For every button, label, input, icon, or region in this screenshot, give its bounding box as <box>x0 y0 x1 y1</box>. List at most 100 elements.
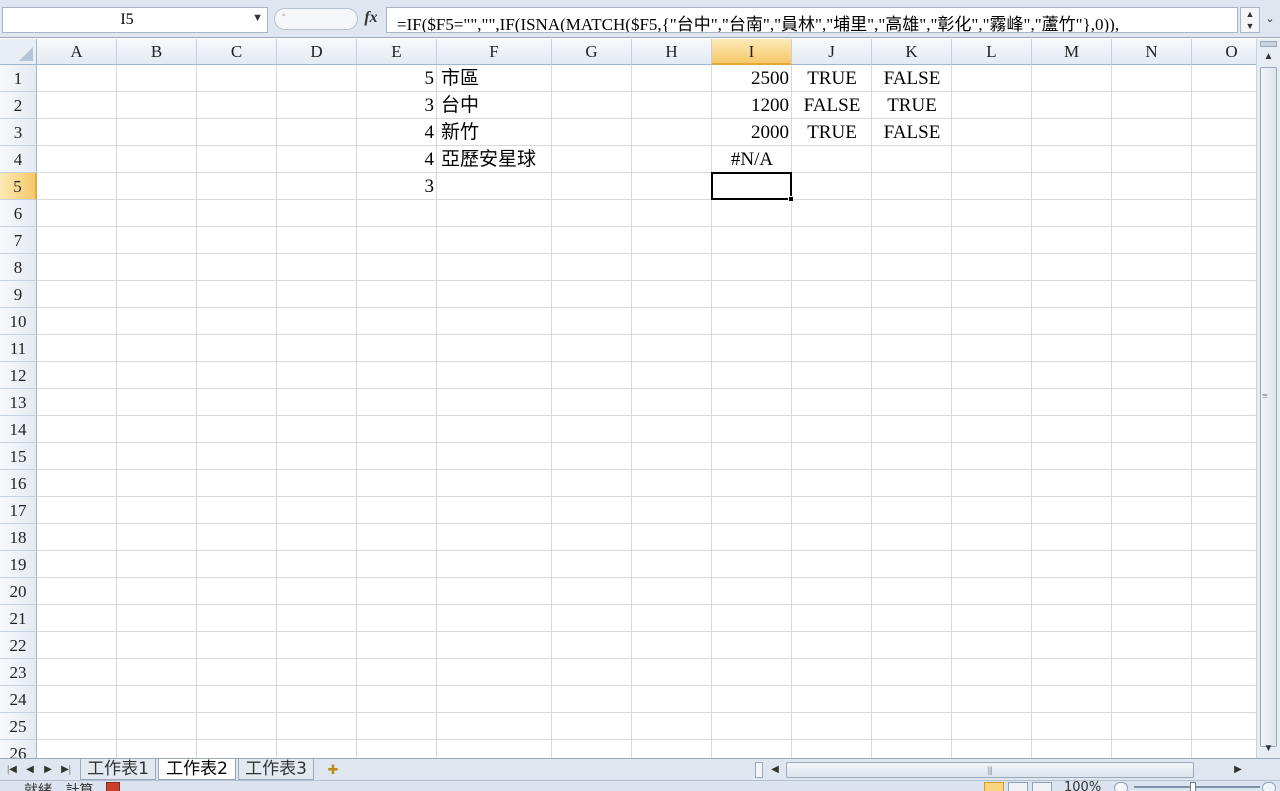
cell-k3[interactable]: FALSE <box>872 119 952 146</box>
macro-record-icon[interactable] <box>106 782 120 791</box>
column-header-f[interactable]: F <box>437 39 552 65</box>
column-header-j[interactable]: J <box>792 39 872 65</box>
row-header-18[interactable]: 18 <box>0 524 37 551</box>
select-all-button[interactable] <box>0 39 37 65</box>
cell-area[interactable]: 5 市區 2500 TRUE FALSE 3 台中 1200 FALSE TRUE 4 新竹 2000 T… <box>37 65 1256 758</box>
cell-i1[interactable]: 2500 <box>712 65 792 92</box>
formula-scroll-icon[interactable]: ▲ ▼ <box>1240 7 1260 33</box>
column-header-d[interactable]: D <box>277 39 357 65</box>
row-header-15[interactable]: 15 <box>0 443 37 470</box>
fill-handle[interactable] <box>788 196 794 202</box>
row-header-23[interactable]: 23 <box>0 659 37 686</box>
expand-formula-bar-icon[interactable]: ⌄ <box>1262 7 1278 33</box>
zoom-slider-thumb[interactable] <box>1190 782 1196 791</box>
row-header-21[interactable]: 21 <box>0 605 37 632</box>
insert-function-icon[interactable]: fx <box>360 9 382 27</box>
formula-bar-handle[interactable]: ◦ <box>274 8 358 30</box>
row-header-1[interactable]: 1 <box>0 65 37 92</box>
cell-j1[interactable]: TRUE <box>792 65 872 92</box>
cell-e3[interactable]: 4 <box>357 119 437 146</box>
cell-k2[interactable]: TRUE <box>872 92 952 119</box>
next-sheet-icon[interactable]: ▶ <box>40 762 56 778</box>
column-header-h[interactable]: H <box>632 39 712 65</box>
row-header-6[interactable]: 6 <box>0 200 37 227</box>
active-cell-cursor[interactable] <box>711 172 792 200</box>
name-box-dropdown-icon[interactable]: ▼ <box>252 12 263 24</box>
gridline-horizontal <box>37 388 1256 389</box>
cell-i3[interactable]: 2000 <box>712 119 792 146</box>
row-header-2[interactable]: 2 <box>0 92 37 119</box>
column-header-a[interactable]: A <box>37 39 117 65</box>
cell-j2[interactable]: FALSE <box>792 92 872 119</box>
row-header-19[interactable]: 19 <box>0 551 37 578</box>
vertical-scrollbar[interactable]: ▲ ≡ ▼ <box>1256 39 1280 758</box>
row-header-20[interactable]: 20 <box>0 578 37 605</box>
last-sheet-icon[interactable]: ▶| <box>58 762 74 778</box>
column-header-e[interactable]: E <box>357 39 437 65</box>
column-header-k[interactable]: K <box>872 39 952 65</box>
scroll-down-icon[interactable]: ▼ <box>1260 743 1277 757</box>
row-header-11[interactable]: 11 <box>0 335 37 362</box>
column-header-b[interactable]: B <box>117 39 197 65</box>
tab-sheet2[interactable]: 工作表2 <box>158 759 236 780</box>
cell-j3[interactable]: TRUE <box>792 119 872 146</box>
row-header-3[interactable]: 3 <box>0 119 37 146</box>
row-header-5[interactable]: 5 <box>0 173 37 200</box>
row-header-24[interactable]: 24 <box>0 686 37 713</box>
column-header-l[interactable]: L <box>952 39 1032 65</box>
column-header-n[interactable]: N <box>1112 39 1192 65</box>
row-header-25[interactable]: 25 <box>0 713 37 740</box>
row-header-12[interactable]: 12 <box>0 362 37 389</box>
row-header-10[interactable]: 10 <box>0 308 37 335</box>
scroll-up-icon[interactable]: ▲ <box>1260 51 1277 65</box>
cell-f3[interactable]: 新竹 <box>437 119 637 146</box>
column-header-o[interactable]: O <box>1192 39 1256 65</box>
name-box[interactable]: I5 ▼ <box>2 7 268 33</box>
row-header-17[interactable]: 17 <box>0 497 37 524</box>
column-header-m[interactable]: M <box>1032 39 1112 65</box>
page-layout-view-icon[interactable] <box>1008 782 1028 791</box>
gridline-horizontal <box>37 334 1256 335</box>
row-header-14[interactable]: 14 <box>0 416 37 443</box>
row-header-22[interactable]: 22 <box>0 632 37 659</box>
cell-i4[interactable]: #N/A <box>712 146 792 173</box>
cell-f2[interactable]: 台中 <box>437 92 637 119</box>
page-break-view-icon[interactable] <box>1032 782 1052 791</box>
column-header-c[interactable]: C <box>197 39 277 65</box>
cell-k1[interactable]: FALSE <box>872 65 952 92</box>
zoom-out-icon[interactable] <box>1114 782 1128 791</box>
split-box-icon[interactable] <box>1260 41 1277 47</box>
row-header-7[interactable]: 7 <box>0 227 37 254</box>
zoom-in-icon[interactable] <box>1262 782 1276 791</box>
row-header-26[interactable]: 26 <box>0 740 37 758</box>
tab-sheet3[interactable]: 工作表3 <box>238 759 314 780</box>
zoom-slider[interactable] <box>1134 786 1260 788</box>
gridline-horizontal <box>37 712 1256 713</box>
column-header-g[interactable]: G <box>552 39 632 65</box>
cell-e1[interactable]: 5 <box>357 65 437 92</box>
formula-input[interactable]: =IF($F5="","",IF(ISNA(MATCH($F5,{"台中","台… <box>386 7 1238 33</box>
first-sheet-icon[interactable]: |◀ <box>4 762 20 778</box>
row-header-4[interactable]: 4 <box>0 146 37 173</box>
normal-view-icon[interactable] <box>984 782 1004 791</box>
tab-sheet1[interactable]: 工作表1 <box>80 759 156 780</box>
cell-i2[interactable]: 1200 <box>712 92 792 119</box>
cell-e4[interactable]: 4 <box>357 146 437 173</box>
column-header-i[interactable]: I <box>712 39 792 65</box>
insert-sheet-icon[interactable]: ✚ <box>318 760 348 780</box>
scroll-right-icon[interactable]: ▶ <box>1230 762 1246 778</box>
row-header-13[interactable]: 13 <box>0 389 37 416</box>
scroll-left-icon[interactable]: ◀ <box>767 762 783 778</box>
cell-f1[interactable]: 市區 <box>437 65 637 92</box>
cell-e5[interactable]: 3 <box>357 173 437 200</box>
horizontal-scroll-thumb[interactable]: ||| <box>786 762 1194 778</box>
zoom-level[interactable]: 100% <box>1064 781 1101 791</box>
vertical-scroll-thumb[interactable] <box>1260 67 1277 747</box>
row-header-9[interactable]: 9 <box>0 281 37 308</box>
prev-sheet-icon[interactable]: ◀ <box>22 762 38 778</box>
row-header-8[interactable]: 8 <box>0 254 37 281</box>
row-header-16[interactable]: 16 <box>0 470 37 497</box>
cell-f4[interactable]: 亞歷安星球 <box>437 146 637 173</box>
tab-split-handle[interactable] <box>755 762 763 778</box>
cell-e2[interactable]: 3 <box>357 92 437 119</box>
